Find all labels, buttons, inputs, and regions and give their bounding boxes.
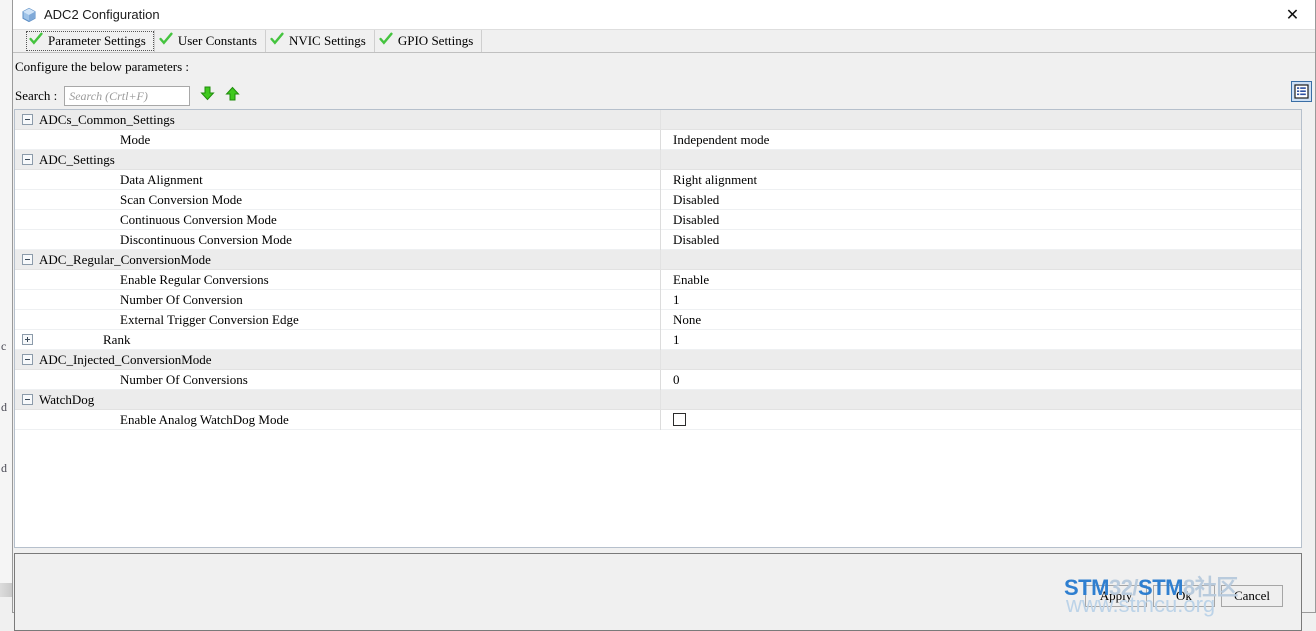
tree-row[interactable]: Scan Conversion Mode Disabled [15, 190, 1301, 210]
ok-button[interactable]: Ok [1153, 585, 1215, 607]
tab-user-constants[interactable]: User Constants [155, 30, 266, 52]
tree-row-value[interactable]: 1 [660, 290, 1302, 310]
cube-icon [21, 7, 37, 23]
apply-button[interactable]: Apply [1085, 585, 1147, 607]
tree-row-value[interactable]: Enable [660, 270, 1302, 290]
tree-row[interactable]: Continuous Conversion Mode Disabled [15, 210, 1301, 230]
tree-row-label: Number Of Conversion [15, 292, 243, 308]
tree-row-value[interactable] [660, 410, 1302, 430]
tree-row-value[interactable]: 1 [660, 330, 1302, 350]
tree-row[interactable]: WatchDog [15, 390, 1301, 410]
tree-row-value[interactable] [660, 250, 1302, 270]
collapse-icon[interactable] [22, 154, 33, 165]
tree-row-value[interactable]: None [660, 310, 1302, 330]
tree-row-value[interactable] [660, 110, 1302, 130]
tree-row-label: ADC_Injected_ConversionMode [39, 352, 212, 368]
tree-row-label: Continuous Conversion Mode [15, 212, 277, 228]
dialog-title: ADC2 Configuration [44, 7, 160, 22]
tree-row-value[interactable] [660, 150, 1302, 170]
dialog-button-bar: Apply Ok Cancel [13, 585, 1316, 609]
parameter-tree[interactable]: ADCs_Common_Settings Mode Independent mode… [14, 109, 1302, 548]
close-icon[interactable]: ✕ [1270, 0, 1315, 29]
check-icon [159, 32, 173, 50]
tab-label: Parameter Settings [48, 33, 146, 49]
check-icon [29, 32, 43, 50]
tree-row[interactable]: Enable Analog WatchDog Mode [15, 410, 1301, 430]
tree-row[interactable]: ADC_Settings [15, 150, 1301, 170]
tree-row-label: External Trigger Conversion Edge [15, 312, 299, 328]
tree-row-value[interactable]: Disabled [660, 190, 1302, 210]
background-edge-letter: d [1, 400, 7, 415]
check-icon [379, 32, 393, 50]
tree-row-label: Enable Analog WatchDog Mode [15, 412, 289, 428]
tree-row-label: Enable Regular Conversions [15, 272, 269, 288]
expand-icon[interactable] [22, 334, 33, 345]
tree-row-label: Number Of Conversions [15, 372, 248, 388]
tree-row-value[interactable] [660, 350, 1302, 370]
tab-gpio-settings[interactable]: GPIO Settings [375, 30, 482, 52]
tree-row[interactable]: External Trigger Conversion Edge None [15, 310, 1301, 330]
background-edge-letter: c [1, 339, 6, 354]
tab-nvic-settings[interactable]: NVIC Settings [266, 30, 375, 52]
tree-row-label: Mode [15, 132, 150, 148]
tree-row-label: Scan Conversion Mode [15, 192, 242, 208]
tree-row[interactable]: ADC_Regular_ConversionMode [15, 250, 1301, 270]
tree-row[interactable]: Data Alignment Right alignment [15, 170, 1301, 190]
tree-row-value[interactable]: Disabled [660, 210, 1302, 230]
tree-row-value[interactable]: 0 [660, 370, 1302, 390]
tree-row[interactable]: Enable Regular Conversions Enable [15, 270, 1301, 290]
tree-row-label: ADC_Regular_ConversionMode [39, 252, 211, 268]
search-label: Search : [15, 88, 57, 104]
tree-row-label: ADCs_Common_Settings [39, 112, 175, 128]
tree-row-label: Discontinuous Conversion Mode [15, 232, 292, 248]
dialog-titlebar[interactable]: ADC2 Configuration ✕ [13, 0, 1315, 30]
tree-row[interactable]: Rank 1 [15, 330, 1301, 350]
tab-label: NVIC Settings [289, 33, 366, 49]
tab-label: GPIO Settings [398, 33, 473, 49]
tree-row-value[interactable]: Disabled [660, 230, 1302, 250]
configure-instruction: Configure the below parameters : [15, 59, 189, 75]
search-row: Search : [15, 86, 240, 106]
tree-row[interactable]: Mode Independent mode [15, 130, 1301, 150]
list-view-icon[interactable] [1291, 81, 1312, 102]
analog-watchdog-checkbox[interactable] [673, 413, 686, 426]
tab-parameter-settings[interactable]: Parameter Settings [25, 30, 155, 52]
tree-row[interactable]: Number Of Conversion 1 [15, 290, 1301, 310]
adc-configuration-dialog: ADC2 Configuration ✕ Parameter Settings … [12, 0, 1316, 613]
collapse-icon[interactable] [22, 114, 33, 125]
collapse-icon[interactable] [22, 354, 33, 365]
dialog-body: Configure the below parameters : Search … [13, 53, 1315, 612]
tab-bar: Parameter Settings User Constants NVIC S… [13, 30, 1315, 53]
tree-row-value[interactable]: Right alignment [660, 170, 1302, 190]
collapse-icon[interactable] [22, 394, 33, 405]
tree-row-label: WatchDog [39, 392, 94, 408]
tree-row[interactable]: Discontinuous Conversion Mode Disabled [15, 230, 1301, 250]
arrow-up-icon[interactable] [225, 86, 240, 106]
background-edge-letter: d [1, 461, 7, 476]
tree-row-label: Data Alignment [15, 172, 203, 188]
check-icon [270, 32, 284, 50]
tree-row-value[interactable] [660, 390, 1302, 410]
arrow-down-icon[interactable] [200, 86, 215, 106]
tree-row[interactable]: ADC_Injected_ConversionMode [15, 350, 1301, 370]
search-input[interactable] [64, 86, 190, 106]
tree-row-label: Rank [103, 332, 130, 348]
tree-row[interactable]: Number Of Conversions 0 [15, 370, 1301, 390]
tree-row[interactable]: ADCs_Common_Settings [15, 110, 1301, 130]
tree-row-label: ADC_Settings [39, 152, 115, 168]
collapse-icon[interactable] [22, 254, 33, 265]
tab-label: User Constants [178, 33, 257, 49]
tree-row-value[interactable]: Independent mode [660, 130, 1302, 150]
cancel-button[interactable]: Cancel [1221, 585, 1283, 607]
